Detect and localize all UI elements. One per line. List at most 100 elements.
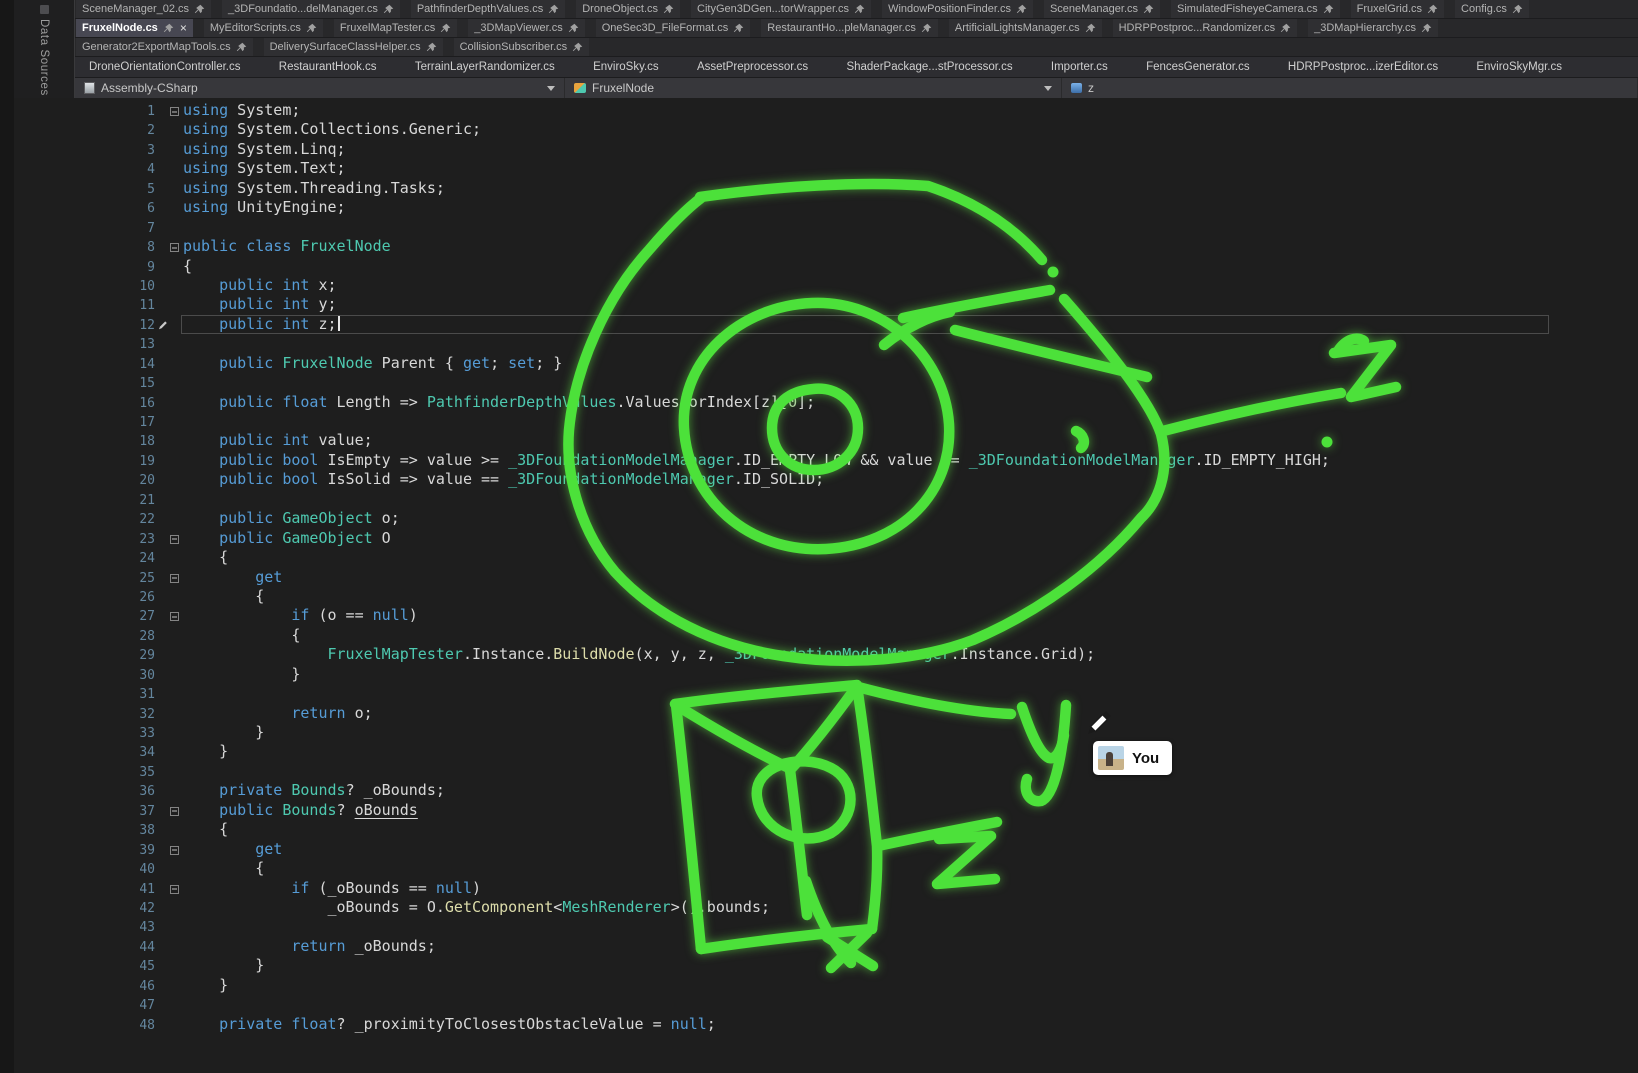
tab-simulatedfisheyecamera-cs[interactable]: SimulatedFisheyeCamera.cs bbox=[1171, 0, 1340, 18]
tab-pathfinderdepthvalues-cs[interactable]: PathfinderDepthValues.cs bbox=[411, 0, 565, 18]
tab-restauranthook-cs[interactable]: RestaurantHook.cs bbox=[275, 57, 381, 77]
fold-region[interactable] bbox=[170, 801, 183, 820]
code-line-8[interactable]: 8public class FruxelNode bbox=[14, 237, 1638, 256]
code-line-18[interactable]: 18 public int value; bbox=[14, 431, 1638, 450]
fold-region[interactable] bbox=[170, 879, 183, 898]
fold-collapse-icon[interactable] bbox=[170, 612, 179, 621]
tab-fruxelnode-cs[interactable]: FruxelNode.cs× bbox=[76, 19, 193, 37]
tab-collisionsubscriber-cs[interactable]: CollisionSubscriber.cs bbox=[454, 38, 590, 56]
code-line-10[interactable]: 10 public int x; bbox=[14, 276, 1638, 295]
fold-collapse-icon[interactable] bbox=[170, 243, 179, 252]
code-line-33[interactable]: 33 } bbox=[14, 723, 1638, 742]
pin-icon[interactable] bbox=[383, 4, 394, 15]
code-line-35[interactable]: 35 bbox=[14, 762, 1638, 781]
tab-windowpositionfinder-cs[interactable]: WindowPositionFinder.cs bbox=[882, 0, 1033, 18]
fold-region[interactable] bbox=[170, 568, 183, 587]
pin-icon[interactable] bbox=[1143, 4, 1154, 15]
fold-collapse-icon[interactable] bbox=[170, 107, 179, 116]
code-line-6[interactable]: 6using UnityEngine; bbox=[14, 198, 1638, 217]
code-line-30[interactable]: 30 } bbox=[14, 665, 1638, 684]
tab-shaderpackage-stprocessor-cs[interactable]: ShaderPackage...stProcessor.cs bbox=[842, 57, 1016, 77]
tab-terrainlayerrandomizer-cs[interactable]: TerrainLayerRandomizer.cs bbox=[411, 57, 559, 77]
code-editor[interactable]: 1using System;2using System.Collections.… bbox=[14, 98, 1638, 1073]
pin-icon[interactable] bbox=[1512, 4, 1523, 15]
close-icon[interactable]: × bbox=[179, 22, 187, 34]
pin-icon[interactable] bbox=[163, 23, 174, 34]
code-line-21[interactable]: 21 bbox=[14, 490, 1638, 509]
code-line-44[interactable]: 44 return _oBounds; bbox=[14, 937, 1638, 956]
code-line-38[interactable]: 38 { bbox=[14, 820, 1638, 839]
fold-collapse-icon[interactable] bbox=[170, 885, 179, 894]
tab-citygen3dgen-torwrapper-cs[interactable]: CityGen3DGen...torWrapper.cs bbox=[691, 0, 871, 18]
code-line-42[interactable]: 42 _oBounds = O.GetComponent<MeshRendere… bbox=[14, 898, 1638, 917]
pin-icon[interactable] bbox=[426, 42, 437, 53]
code-line-27[interactable]: 27 if (o == null) bbox=[14, 606, 1638, 625]
tab-generator2exportmaptools-cs[interactable]: Generator2ExportMapTools.cs bbox=[76, 38, 253, 56]
tab-droneobject-cs[interactable]: DroneObject.cs bbox=[576, 0, 680, 18]
code-line-32[interactable]: 32 return o; bbox=[14, 704, 1638, 723]
code-line-28[interactable]: 28 { bbox=[14, 626, 1638, 645]
pin-icon[interactable] bbox=[663, 4, 674, 15]
pin-icon[interactable] bbox=[733, 23, 744, 34]
pin-icon[interactable] bbox=[1280, 23, 1291, 34]
code-line-13[interactable]: 13 bbox=[14, 334, 1638, 353]
code-line-12[interactable]: 12 public int z; bbox=[14, 315, 1638, 334]
tab-myeditorscripts-cs[interactable]: MyEditorScripts.cs bbox=[204, 19, 323, 37]
tab--3dmapviewer-cs[interactable]: _3DMapViewer.cs bbox=[468, 19, 584, 37]
tab-scenemanager-cs[interactable]: SceneManager.cs bbox=[1044, 0, 1160, 18]
pin-icon[interactable] bbox=[1421, 23, 1432, 34]
tab-importer-cs[interactable]: Importer.cs bbox=[1047, 57, 1112, 77]
code-line-24[interactable]: 24 { bbox=[14, 548, 1638, 567]
tab-onesec3d-fileformat-cs[interactable]: OneSec3D_FileFormat.cs bbox=[596, 19, 751, 37]
code-line-11[interactable]: 11 public int y; bbox=[14, 295, 1638, 314]
pin-icon[interactable] bbox=[921, 23, 932, 34]
fold-region[interactable] bbox=[170, 529, 183, 548]
code-line-14[interactable]: 14 public FruxelNode Parent { get; set; … bbox=[14, 354, 1638, 373]
tab-fruxelgrid-cs[interactable]: FruxelGrid.cs bbox=[1351, 0, 1444, 18]
code-line-48[interactable]: 48 private float? _proximityToClosestObs… bbox=[14, 1015, 1638, 1034]
code-line-7[interactable]: 7 bbox=[14, 218, 1638, 237]
tab-envirosky-cs[interactable]: EnviroSky.cs bbox=[589, 57, 663, 77]
code-line-41[interactable]: 41 if (_oBounds == null) bbox=[14, 879, 1638, 898]
sidebar-tab-data-sources[interactable]: Data Sources bbox=[14, 0, 75, 98]
code-line-3[interactable]: 3using System.Linq; bbox=[14, 140, 1638, 159]
code-line-2[interactable]: 2using System.Collections.Generic; bbox=[14, 120, 1638, 139]
pin-icon[interactable] bbox=[548, 4, 559, 15]
code-line-22[interactable]: 22 public GameObject o; bbox=[14, 509, 1638, 528]
code-line-1[interactable]: 1using System; bbox=[14, 101, 1638, 120]
pin-icon[interactable] bbox=[194, 4, 205, 15]
tab-fencesgenerator-cs[interactable]: FencesGenerator.cs bbox=[1142, 57, 1254, 77]
code-line-23[interactable]: 23 public GameObject O bbox=[14, 529, 1638, 548]
code-line-40[interactable]: 40 { bbox=[14, 859, 1638, 878]
pin-icon[interactable] bbox=[306, 23, 317, 34]
tab-hdrppostproc-randomizer-cs[interactable]: HDRPPostproc...Randomizer.cs bbox=[1113, 19, 1298, 37]
code-line-15[interactable]: 15 bbox=[14, 373, 1638, 392]
code-line-46[interactable]: 46 } bbox=[14, 976, 1638, 995]
code-line-39[interactable]: 39 get bbox=[14, 840, 1638, 859]
code-line-29[interactable]: 29 FruxelMapTester.Instance.BuildNode(x,… bbox=[14, 645, 1638, 664]
tab-assetpreprocessor-cs[interactable]: AssetPreprocessor.cs bbox=[693, 57, 812, 77]
fold-region[interactable] bbox=[170, 606, 183, 625]
member-dropdown[interactable]: z bbox=[1062, 78, 1638, 98]
pin-icon[interactable] bbox=[1085, 23, 1096, 34]
code-line-37[interactable]: 37 public Bounds? oBounds bbox=[14, 801, 1638, 820]
code-line-20[interactable]: 20 public bool IsSolid => value == _3DFo… bbox=[14, 470, 1638, 489]
code-line-47[interactable]: 47 bbox=[14, 995, 1638, 1014]
tab-artificiallightsmanager-cs[interactable]: ArtificialLightsManager.cs bbox=[949, 19, 1102, 37]
tab-droneorientationcontroller-cs[interactable]: DroneOrientationController.cs bbox=[85, 57, 245, 77]
tab-fruxelmaptester-cs[interactable]: FruxelMapTester.cs bbox=[334, 19, 457, 37]
fold-collapse-icon[interactable] bbox=[170, 846, 179, 855]
fold-region[interactable] bbox=[170, 840, 183, 859]
pin-icon[interactable] bbox=[440, 23, 451, 34]
code-line-25[interactable]: 25 get bbox=[14, 568, 1638, 587]
chevron-down-icon[interactable] bbox=[1044, 86, 1052, 91]
code-line-17[interactable]: 17 bbox=[14, 412, 1638, 431]
tab--3dfoundatio-delmanager-cs[interactable]: _3DFoundatio...delManager.cs bbox=[222, 0, 400, 18]
fold-collapse-icon[interactable] bbox=[170, 535, 179, 544]
pin-icon[interactable] bbox=[572, 42, 583, 53]
pin-icon[interactable] bbox=[1323, 4, 1334, 15]
chevron-down-icon[interactable] bbox=[547, 86, 555, 91]
fold-collapse-icon[interactable] bbox=[170, 574, 179, 583]
project-dropdown[interactable]: Assembly-CSharp bbox=[75, 78, 565, 98]
pin-icon[interactable] bbox=[1016, 4, 1027, 15]
